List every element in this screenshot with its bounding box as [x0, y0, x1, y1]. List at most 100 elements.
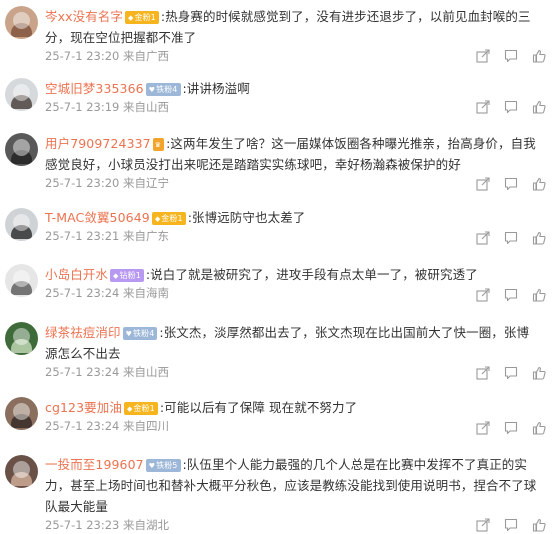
comment-text: :张博远防守也太差了: [187, 210, 306, 225]
fan-badge[interactable]: ◆金粉1: [151, 212, 186, 225]
avatar-image: [11, 95, 32, 109]
fan-badge[interactable]: ♥铁粉4: [145, 83, 181, 96]
comment-list: 岑xx没有名字 ◆金粉1:热身赛的时候就感觉到了，没有进步还退步了，以前见血封喉的…: [0, 0, 555, 532]
comment-icon: [504, 49, 518, 63]
reply-button[interactable]: [504, 421, 518, 435]
share-icon: [476, 100, 490, 114]
comment-icon: [504, 421, 518, 435]
diamond-icon: ◆: [128, 14, 134, 22]
like-button[interactable]: [532, 288, 546, 302]
fan-badge[interactable]: ◆金粉1: [123, 402, 158, 415]
avatar[interactable]: [5, 208, 38, 241]
share-icon: [476, 518, 490, 532]
comment-meta: 25-7-1 23:19 来自山西: [45, 100, 170, 114]
like-button[interactable]: [532, 421, 546, 435]
share-button[interactable]: [476, 49, 490, 63]
username-link[interactable]: 用户7909724337: [45, 136, 151, 151]
thumbs-up-icon: [532, 366, 546, 380]
heart-icon: ♥: [125, 330, 132, 338]
comment-text: :说白了就是被研究了，进攻手段有点太单一了，被研究透了: [145, 267, 478, 282]
avatar-image: [11, 150, 32, 164]
reply-button[interactable]: [504, 49, 518, 63]
avatar-image: [11, 339, 32, 353]
comment-item: T-MAC敛翼50649 ◆金粉1:张博远防守也太差了 25-7-1 23:21 …: [0, 200, 555, 257]
avatar[interactable]: [5, 133, 38, 166]
share-button[interactable]: [476, 100, 490, 114]
comment-meta: 25-7-1 23:24 来自海南: [45, 286, 170, 300]
avatar[interactable]: [5, 6, 38, 39]
fan-badge[interactable]: ♥铁粉5: [145, 459, 181, 472]
username-link[interactable]: 一投而至199607: [45, 457, 144, 472]
share-button[interactable]: [476, 518, 490, 532]
share-button[interactable]: [476, 177, 490, 191]
avatar[interactable]: [5, 322, 38, 355]
username-link[interactable]: cg123要加油: [45, 400, 122, 415]
fan-badge[interactable]: ♥铁粉4: [122, 327, 158, 340]
vip-badge[interactable]: ♛: [152, 138, 165, 151]
share-icon: [476, 421, 490, 435]
like-button[interactable]: [532, 366, 546, 380]
comment-text: :可能以后有了保障 现在就不努力了: [159, 400, 358, 415]
fan-badge[interactable]: ◆金粉1: [125, 11, 159, 24]
share-button[interactable]: [476, 288, 490, 302]
thumbs-up-icon: [532, 49, 546, 63]
comment-icon: [504, 100, 518, 114]
comment-item: 用户7909724337 ♛:这两年发生了啥？这一届媒体饭圈各种曝光推亲，抬高身价…: [0, 122, 555, 200]
comment-actions: [476, 231, 546, 247]
thumbs-up-icon: [532, 288, 546, 302]
thumbs-up-icon: [532, 421, 546, 435]
comment-item: 绿茶祛痘消印 ♥铁粉4:张文杰，淡厚然都出去了，张文杰现在比出国前大了快一圈，张博…: [0, 314, 555, 392]
share-icon: [476, 288, 490, 302]
like-button[interactable]: [532, 177, 546, 191]
like-button[interactable]: [532, 518, 546, 532]
username-link[interactable]: 小岛白开水: [45, 267, 108, 282]
avatar[interactable]: [5, 264, 38, 297]
comment-actions: [476, 288, 546, 304]
comment-icon: [504, 366, 518, 380]
avatar-image: [11, 23, 32, 37]
avatar[interactable]: [5, 455, 38, 488]
comment-meta: 25-7-1 23:24 来自山西: [45, 365, 170, 379]
avatar[interactable]: [5, 397, 38, 430]
avatar-image: [11, 414, 32, 428]
comment-item: cg123要加油 ◆金粉1:可能以后有了保障 现在就不努力了 25-7-1 23:…: [0, 392, 555, 449]
comment-meta: 25-7-1 23:24 来自四川: [45, 419, 170, 433]
reply-button[interactable]: [504, 288, 518, 302]
share-button[interactable]: [476, 421, 490, 435]
avatar[interactable]: [5, 78, 38, 111]
reply-button[interactable]: [504, 366, 518, 380]
diamond-icon: ◆: [126, 405, 133, 413]
comment-meta: 25-7-1 23:23 来自湖北: [45, 518, 170, 532]
username-link[interactable]: 岑xx没有名字: [45, 9, 123, 24]
comment-meta: 25-7-1 23:20 来自辽宁: [45, 176, 170, 190]
comment-actions: [476, 100, 546, 116]
comment-icon: [504, 177, 518, 191]
heart-icon: ♥: [148, 86, 156, 94]
comment-meta: 25-7-1 23:20 来自广西: [45, 49, 170, 63]
reply-button[interactable]: [504, 100, 518, 114]
reply-button[interactable]: [504, 231, 518, 245]
comment-actions: [476, 518, 546, 534]
comment-item: 空城旧梦335366 ♥铁粉4:讲讲杨溢啊 25-7-1 23:19 来自山西: [0, 64, 555, 122]
like-button[interactable]: [532, 49, 546, 63]
username-link[interactable]: T-MAC敛翼50649: [45, 210, 150, 225]
share-button[interactable]: [476, 366, 490, 380]
reply-button[interactable]: [504, 518, 518, 532]
username-link[interactable]: 空城旧梦335366: [45, 81, 144, 96]
comment-item: 一投而至199607 ♥铁粉5:队伍里个人能力最强的几个人总是在比赛中发挥不了真正…: [0, 449, 555, 532]
username-link[interactable]: 绿茶祛痘消印: [45, 325, 121, 340]
comment-actions: [476, 177, 546, 193]
thumbs-up-icon: [532, 177, 546, 191]
comment-icon: [504, 518, 518, 532]
comment-item: 岑xx没有名字 ◆金粉1:热身赛的时候就感觉到了，没有进步还退步了，以前见血封喉的…: [0, 0, 555, 64]
comment-actions: [476, 366, 546, 382]
like-button[interactable]: [532, 231, 546, 245]
avatar-image: [11, 281, 32, 295]
fan-badge[interactable]: ◆钻粉1: [110, 269, 144, 282]
comment-meta: 25-7-1 23:21 来自广东: [45, 229, 170, 243]
thumbs-up-icon: [532, 231, 546, 245]
share-button[interactable]: [476, 231, 490, 245]
share-icon: [476, 49, 490, 63]
reply-button[interactable]: [504, 177, 518, 191]
like-button[interactable]: [532, 100, 546, 114]
